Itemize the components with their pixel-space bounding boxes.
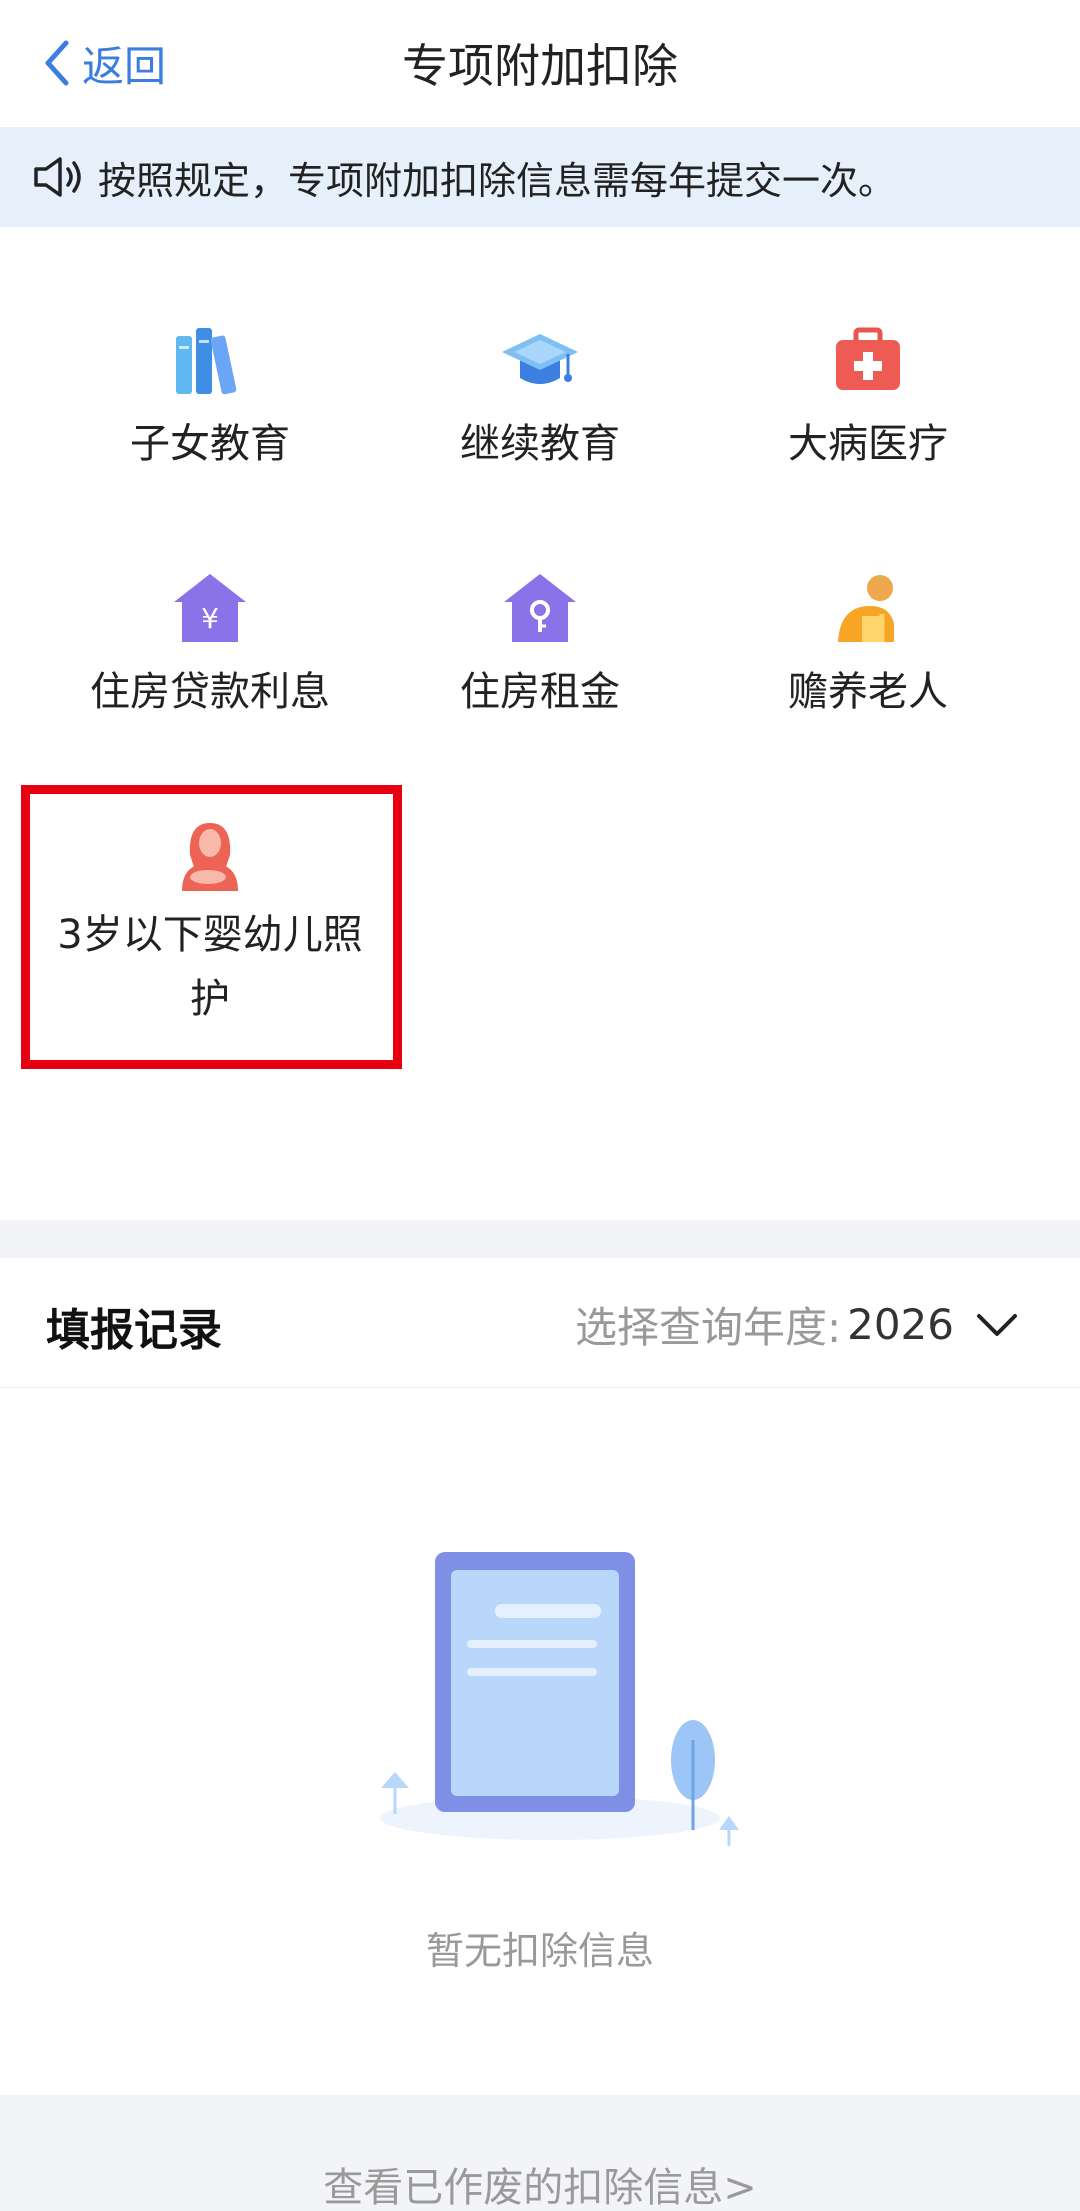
house-key-icon [504, 574, 576, 642]
nav-bar: 返回 专项附加扣除 [0, 0, 1080, 125]
category-label: 大病医疗 [788, 421, 948, 467]
category-label: 3岁以下婴幼儿照护 [57, 912, 363, 1022]
section-divider [0, 1220, 1080, 1258]
graduation-cap-icon [502, 334, 578, 384]
medical-kit-icon [836, 327, 900, 390]
category-label: 子女教育 [130, 421, 290, 467]
category-label: 住房贷款利息 [90, 669, 330, 715]
category-elderly-support[interactable]: 赡养老人 [703, 568, 1033, 722]
chevron-down-icon [977, 1313, 1017, 1336]
notice-text: 按照规定，专项附加扣除信息需每年提交一次。 [98, 158, 897, 203]
empty-state-text: 暂无扣除信息 [425, 1929, 654, 1973]
house-yuan-icon: ¥ [174, 574, 246, 642]
view-voided-deductions-link[interactable]: 查看已作废的扣除信息> [0, 2155, 1080, 2211]
page-title: 专项附加扣除 [402, 39, 678, 93]
category-housing-loan-interest[interactable]: ¥ 住房贷款利息 [45, 568, 375, 722]
empty-document-illustration [380, 1552, 739, 1846]
footer: 查看已作废的扣除信息> [0, 2095, 1080, 2211]
category-label: 住房租金 [460, 669, 620, 715]
category-children-education[interactable]: 子女教育 [45, 320, 375, 474]
records-header: 填报记录 选择查询年度: 2026 [0, 1258, 1080, 1388]
category-label: 继续教育 [460, 421, 620, 467]
category-continuing-education[interactable]: 继续教育 [375, 320, 705, 474]
elderly-person-icon [838, 575, 894, 642]
mother-baby-icon [182, 823, 238, 891]
category-label: 赡养老人 [788, 669, 948, 715]
category-serious-illness[interactable]: 大病医疗 [703, 320, 1033, 474]
books-icon [176, 328, 237, 395]
svg-text:¥: ¥ [201, 602, 219, 635]
records-title: 填报记录 [46, 1305, 222, 1356]
year-selector-label: 选择查询年度: [574, 1303, 842, 1352]
category-housing-rent[interactable]: 住房租金 [375, 568, 705, 722]
year-selector[interactable]: 选择查询年度: 2026 [575, 1294, 1020, 1355]
notice-bar: 按照规定，专项附加扣除信息需每年提交一次。 [0, 127, 1080, 227]
category-infant-care[interactable]: 3岁以下婴幼儿照护 [45, 815, 375, 1031]
year-selector-value: 2026 [847, 1300, 954, 1349]
speaker-icon [34, 157, 81, 197]
